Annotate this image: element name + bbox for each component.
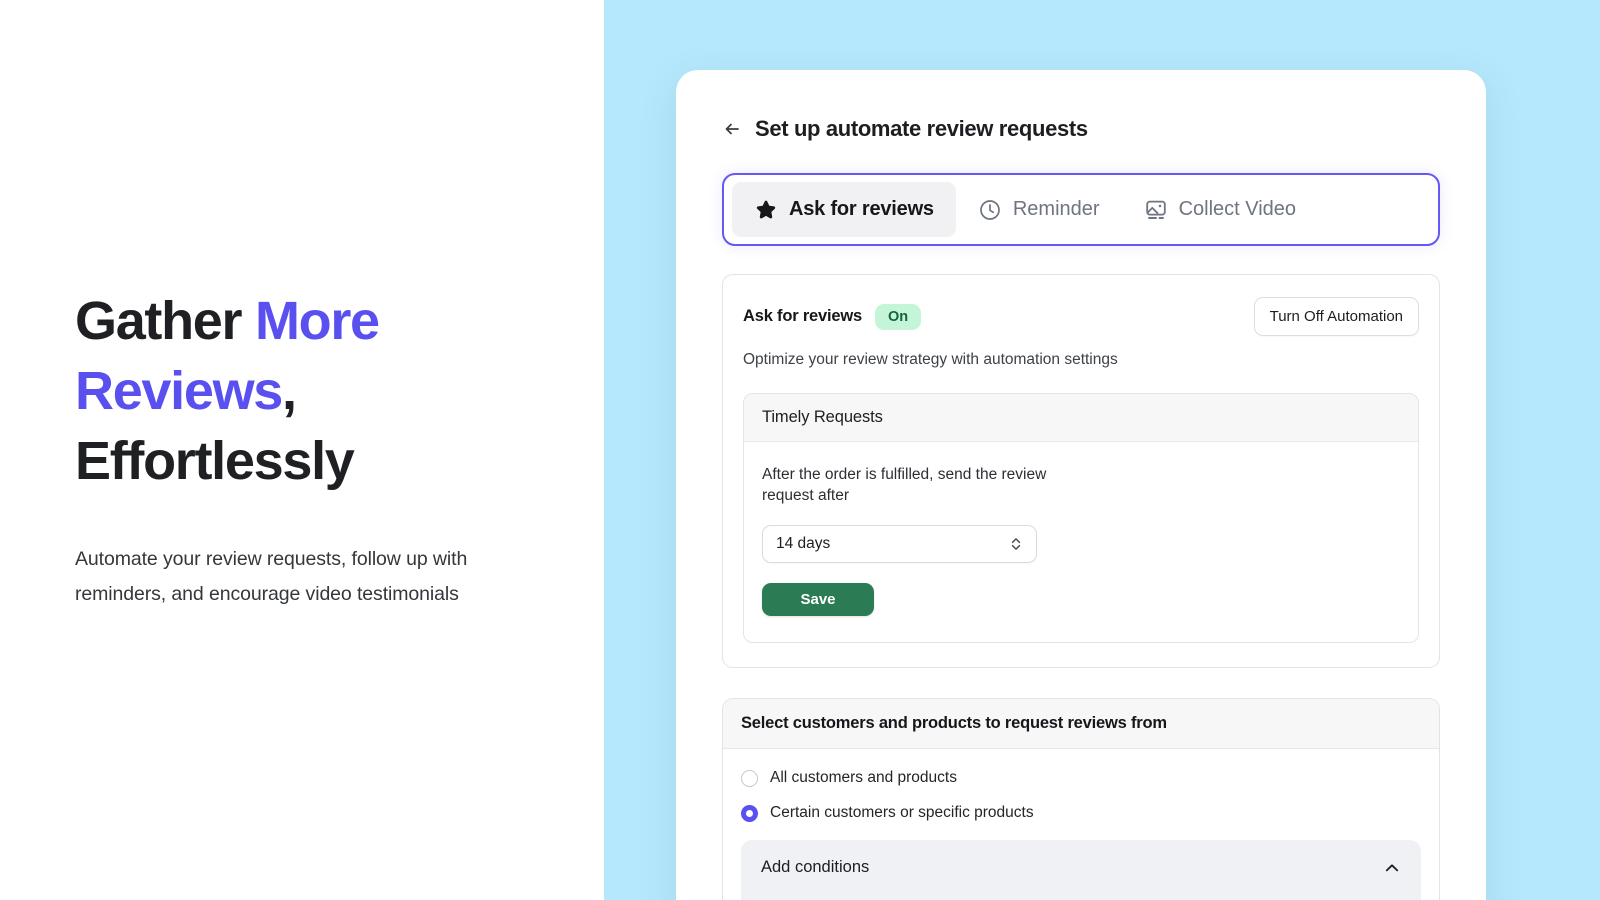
- hero-title-accent-reviews: Reviews: [75, 361, 283, 421]
- section-header: Ask for reviews On Turn Off Automation: [743, 297, 1419, 336]
- radio-all-customers[interactable]: All customers and products: [741, 769, 1421, 787]
- radio-icon-checked: [741, 804, 758, 822]
- tab-label: Ask for reviews: [789, 198, 934, 220]
- delay-field-label: After the order is fulfilled, send the r…: [762, 466, 1047, 504]
- hero-panel: Gather More Reviews, Effortlessly Automate…: [0, 0, 604, 900]
- page-title: Set up automate review requests: [755, 116, 1088, 141]
- star-icon: [754, 198, 778, 222]
- arrow-left-icon[interactable]: [722, 119, 742, 139]
- hero-content: Gather More Reviews, Effortlessly Automate…: [75, 286, 545, 612]
- section-title: Ask for reviews: [743, 307, 862, 325]
- ask-for-reviews-section: Ask for reviews On Turn Off Automation O…: [722, 274, 1440, 668]
- clock-icon: [978, 198, 1002, 222]
- hero-title-accent-more: More: [254, 291, 380, 351]
- tab-label: Reminder: [1012, 198, 1100, 220]
- turn-off-automation-button[interactable]: Turn Off Automation: [1253, 297, 1419, 336]
- select-customers-section: Select customers and products to request…: [722, 698, 1440, 900]
- timely-requests-panel: Timely Requests After the order is fulfi…: [743, 393, 1419, 643]
- add-conditions-box: Add conditions Select Type: [741, 840, 1421, 900]
- save-button[interactable]: Save: [762, 583, 874, 616]
- tab-label: Collect Video: [1178, 198, 1297, 220]
- hero-title-comma: ,: [282, 361, 297, 421]
- radio-label: All customers and products: [770, 769, 957, 786]
- radio-certain-customers[interactable]: Certain customers or specific products: [741, 804, 1421, 822]
- delay-select[interactable]: 14 days: [762, 525, 1037, 563]
- tab-collect-video[interactable]: Collect Video: [1122, 182, 1318, 237]
- screenshot-root: Gather More Reviews, Effortlessly Automate…: [0, 0, 1600, 900]
- blue-background-panel: Set up automate review requests Ask for …: [604, 0, 1600, 900]
- page-header: Set up automate review requests: [722, 116, 1440, 142]
- section-subtitle: Optimize your review strategy with autom…: [743, 351, 1118, 368]
- status-badge: On: [874, 303, 922, 330]
- add-conditions-header[interactable]: Add conditions: [761, 858, 1401, 877]
- timely-requests-body: After the order is fulfilled, send the r…: [744, 442, 1418, 642]
- radio-icon-unchecked: [741, 769, 758, 787]
- delay-select-value: 14 days: [776, 535, 831, 552]
- chevron-up-icon[interactable]: [1383, 859, 1401, 877]
- section-header-left: Ask for reviews On: [743, 303, 922, 330]
- add-conditions-title: Add conditions: [761, 858, 870, 876]
- image-video-icon: [1144, 198, 1168, 222]
- timely-requests-title: Timely Requests: [744, 394, 1418, 442]
- select-customers-title: Select customers and products to request…: [723, 699, 1439, 749]
- tab-ask-for-reviews[interactable]: Ask for reviews: [732, 182, 956, 237]
- hero-title: Gather More Reviews, Effortlessly: [75, 286, 545, 496]
- hero-subtitle: Automate your review requests, follow up…: [75, 548, 468, 605]
- tab-bar: Ask for reviews Reminder Collect Video: [722, 173, 1440, 246]
- select-customers-body: All customers and products Certain custo…: [723, 749, 1439, 900]
- hero-title-line3: Effortlessly: [75, 431, 355, 491]
- app-window-card: Set up automate review requests Ask for …: [676, 70, 1486, 900]
- hero-title-line1-plain: Gather: [75, 291, 255, 351]
- radio-label: Certain customers or specific products: [770, 804, 1034, 821]
- stepper-updown-icon: [1009, 535, 1023, 553]
- tab-reminder[interactable]: Reminder: [956, 182, 1122, 237]
